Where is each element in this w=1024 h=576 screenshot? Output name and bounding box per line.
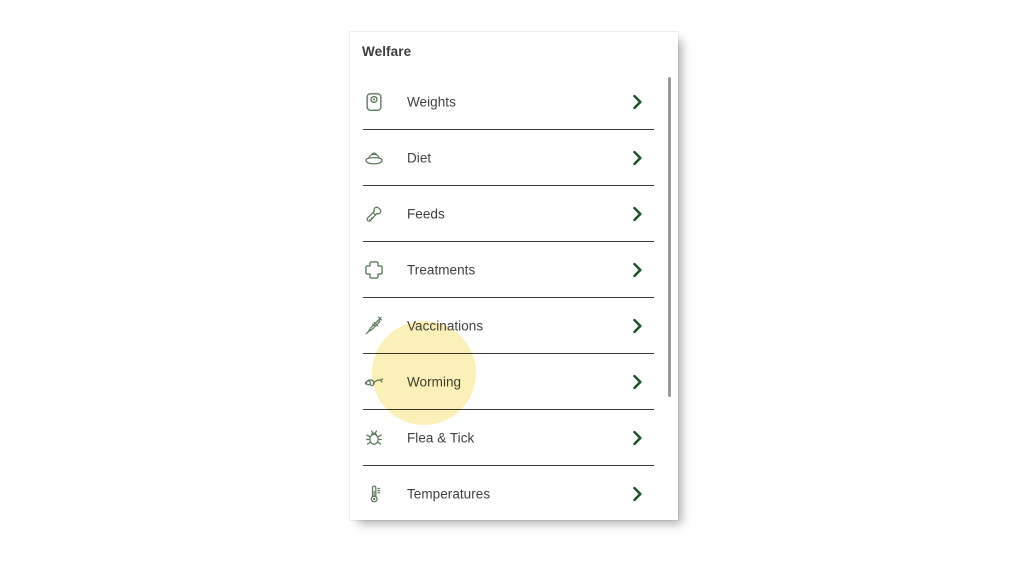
list-item-flea-and-tick[interactable]: Flea & Tick: [363, 410, 654, 466]
list-item-vaccinations[interactable]: Vaccinations: [363, 298, 654, 354]
list-item-feeds[interactable]: Feeds: [363, 186, 654, 242]
list-item-label: Temperatures: [407, 486, 491, 501]
list-item-label: Feeds: [407, 206, 445, 221]
list-item-worming[interactable]: Worming: [363, 354, 654, 410]
chevron-right-icon[interactable]: [627, 372, 647, 392]
list-item-label: Worming: [407, 374, 462, 389]
syringe-icon: [363, 315, 385, 337]
list-item-temperatures[interactable]: Temperatures: [363, 466, 654, 520]
page-title: Welfare: [362, 44, 412, 59]
list-item-label: Diet: [407, 150, 432, 165]
chevron-right-icon[interactable]: [627, 92, 647, 112]
scrollbar-thumb[interactable]: [668, 77, 671, 397]
chevron-right-icon[interactable]: [627, 204, 647, 224]
list-item-treatments[interactable]: Treatments: [363, 242, 654, 298]
medical-cross-icon: [363, 259, 385, 281]
chevron-right-icon[interactable]: [627, 260, 647, 280]
welfare-list: Weights Diet Feeds Treatments Vaccinatio…: [350, 74, 678, 520]
worm-icon: [363, 371, 385, 393]
tick-bug-icon: [363, 427, 385, 449]
feed-scoop-icon: [363, 203, 385, 225]
list-item-label: Vaccinations: [407, 318, 484, 333]
list-item-label: Flea & Tick: [407, 430, 475, 445]
list-item-diet[interactable]: Diet: [363, 130, 654, 186]
chevron-right-icon[interactable]: [627, 148, 647, 168]
chevron-right-icon[interactable]: [627, 484, 647, 504]
list-item-weights[interactable]: Weights: [363, 74, 654, 130]
chevron-right-icon[interactable]: [627, 428, 647, 448]
food-bowl-icon: [363, 147, 385, 169]
welfare-panel: Welfare Weights Diet Feeds Treatments Va…: [350, 32, 678, 520]
thermometer-icon: [363, 483, 385, 505]
list-item-label: Treatments: [407, 262, 476, 277]
chevron-right-icon[interactable]: [627, 316, 647, 336]
weight-scale-icon: [363, 91, 385, 113]
list-item-label: Weights: [407, 94, 456, 109]
